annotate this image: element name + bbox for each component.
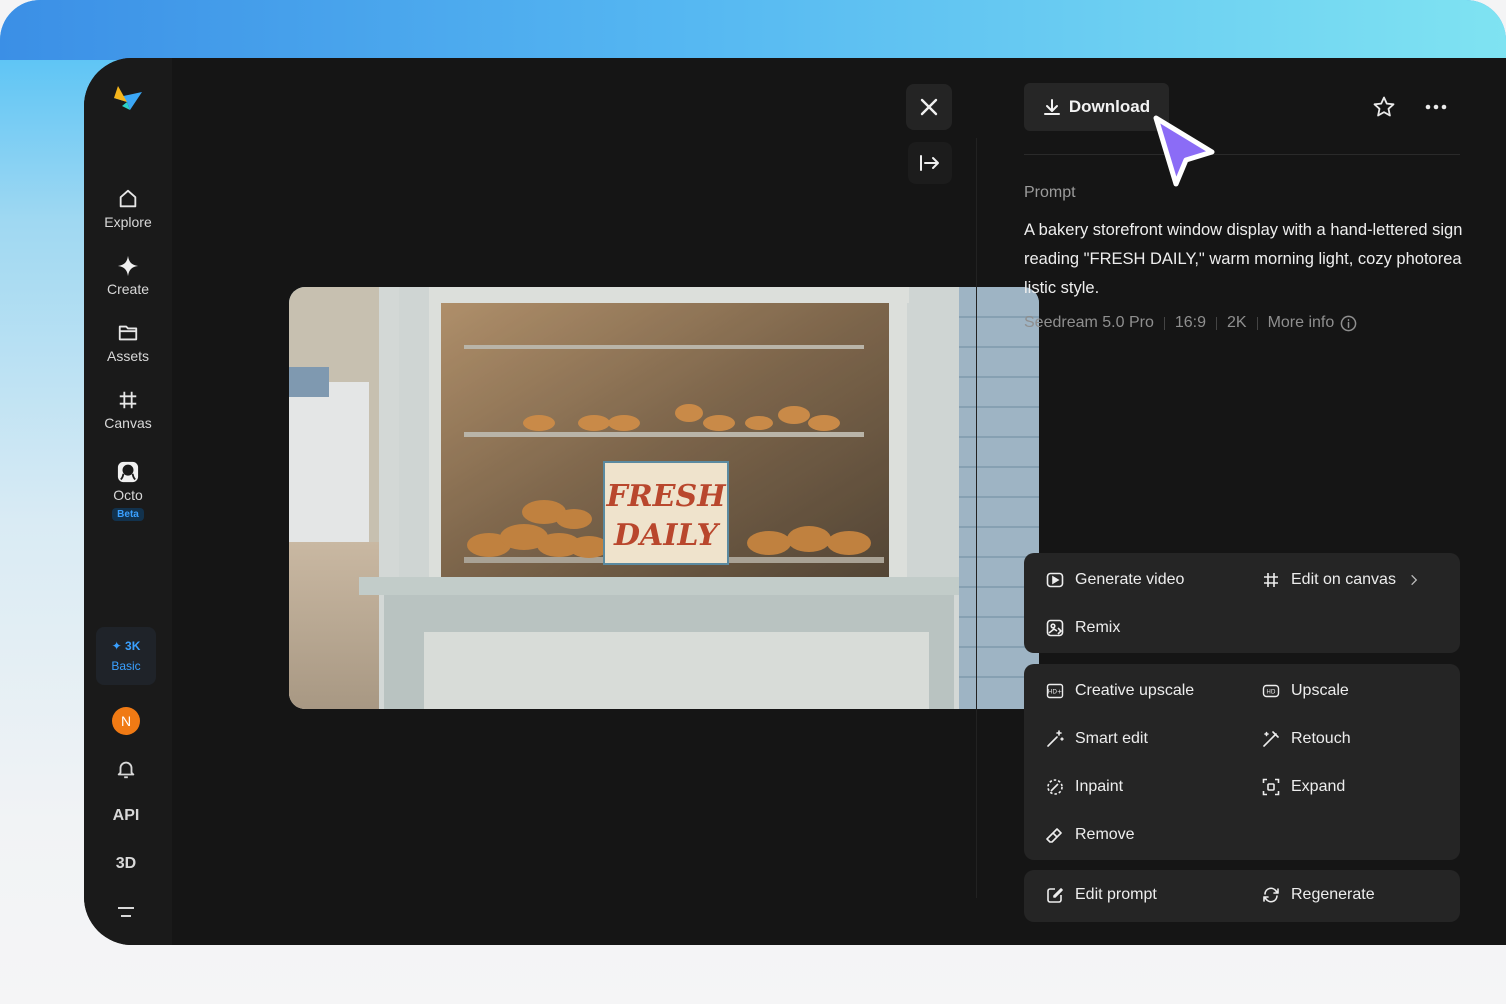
remove-button[interactable]: Remove: [1046, 826, 1135, 844]
edit-on-canvas-label: Edit on canvas: [1291, 571, 1396, 588]
mouse-cursor-icon: [1153, 115, 1215, 187]
menu-icon[interactable]: [114, 900, 138, 924]
sidebar-item-assets[interactable]: Assets: [84, 322, 172, 364]
retouch-button[interactable]: Retouch: [1262, 730, 1351, 748]
app-logo-icon[interactable]: [110, 82, 144, 116]
remix-label: Remix: [1075, 619, 1121, 636]
3d-link[interactable]: 3D: [84, 855, 168, 873]
primary-actions-card: Generate video Edit on canvas Remix: [1024, 553, 1460, 653]
generated-image[interactable]: FRESH DAILY: [289, 287, 1039, 709]
sidebar-item-label: Create: [106, 281, 150, 297]
magic-wand-icon: [1047, 730, 1064, 747]
edit-tools-card: HD+ Creative upscale HD Upscale Smart ed…: [1024, 664, 1460, 860]
video-play-icon: [1046, 572, 1064, 588]
canvas-icon: [1264, 573, 1278, 587]
generation-meta: Seedream 5.0 Pro 16:9 2K More info: [1024, 314, 1357, 332]
download-label: Download: [1068, 97, 1151, 116]
upscale-button[interactable]: HD Upscale: [1262, 682, 1349, 700]
creative-upscale-button[interactable]: HD+ Creative upscale: [1046, 682, 1194, 700]
expand-label: Expand: [1291, 778, 1346, 795]
generate-video-label: Generate video: [1075, 571, 1185, 588]
expand-icon: [1262, 778, 1280, 796]
notifications-bell-icon[interactable]: [114, 757, 138, 781]
meta-separator: [1216, 316, 1217, 330]
aspect-ratio: 16:9: [1174, 314, 1206, 331]
arrow-to-right-icon: [920, 155, 939, 171]
smart-edit-button[interactable]: Smart edit: [1046, 730, 1148, 748]
svg-text:HD+: HD+: [1048, 689, 1062, 696]
avatar[interactable]: N: [112, 707, 140, 735]
meta-separator: [1256, 316, 1258, 330]
prompt-actions-card: Edit prompt Regenerate: [1024, 870, 1460, 922]
sidebar-item-canvas[interactable]: Canvas: [84, 389, 172, 431]
sidebar-item-create[interactable]: Create: [84, 255, 172, 297]
more-info-label: More info: [1267, 314, 1335, 331]
app-window: Explore Create Assets Canvas Octo Beta ✦…: [84, 58, 1506, 945]
canvas-icon: [119, 391, 137, 409]
sidebar-item-label: Assets: [106, 348, 149, 364]
sidebar-item-octo[interactable]: Octo Beta: [84, 461, 172, 521]
sidebar-item-label: Canvas: [104, 415, 152, 431]
sign-text-line2: DAILY: [613, 518, 721, 553]
inpaint-button[interactable]: Inpaint: [1046, 778, 1123, 796]
eraser-icon: [1046, 828, 1062, 843]
edit-prompt-button[interactable]: Edit prompt: [1046, 886, 1157, 904]
sidebar-item-label: Explore: [104, 214, 152, 230]
header-divider: [1024, 154, 1460, 155]
plan-label: Basic: [111, 659, 141, 673]
inpaint-icon: [1047, 779, 1063, 795]
retouch-icon: [1263, 731, 1279, 747]
image-viewer: FRESH DAILY: [172, 58, 1039, 945]
details-panel: Download Prompt A bakery storefront wind…: [1024, 58, 1462, 945]
collapse-panel-button[interactable]: [908, 142, 952, 184]
panel-divider: [976, 138, 977, 898]
smart-edit-label: Smart edit: [1075, 730, 1148, 747]
home-icon: [119, 189, 137, 208]
credits-widget[interactable]: ✦ 3K Basic: [96, 627, 156, 685]
folder-icon: [118, 325, 138, 341]
regenerate-button[interactable]: Regenerate: [1262, 886, 1375, 904]
prompt-label: Prompt: [1024, 184, 1076, 201]
prompt-text: A bakery storefront window display with …: [1024, 221, 1463, 297]
regenerate-label: Regenerate: [1291, 886, 1375, 903]
upscale-label: Upscale: [1291, 682, 1349, 699]
retouch-label: Retouch: [1291, 730, 1351, 747]
sidebar: Explore Create Assets Canvas Octo Beta ✦…: [84, 58, 172, 945]
edit-on-canvas-button[interactable]: Edit on canvas: [1262, 571, 1421, 589]
svg-text:HD: HD: [1266, 689, 1276, 696]
resolution: 2K: [1227, 314, 1247, 331]
sparkle-icon: [117, 255, 139, 277]
sidebar-item-explore[interactable]: Explore: [84, 188, 172, 230]
hd-icon: HD: [1262, 684, 1280, 698]
sidebar-item-label: Octo: [113, 487, 143, 503]
refresh-icon: [1263, 887, 1279, 903]
beta-badge: Beta: [112, 508, 144, 521]
download-icon: [1043, 99, 1060, 115]
creative-upscale-label: Creative upscale: [1075, 682, 1195, 699]
edit-prompt-icon: [1047, 888, 1063, 903]
api-link[interactable]: API: [84, 807, 168, 825]
chevron-right-icon: [1411, 574, 1418, 586]
credits-amount: ✦ 3K: [111, 639, 141, 653]
creative-upscale-icon: HD+: [1046, 683, 1064, 699]
meta-separator: [1163, 316, 1165, 330]
more-info-link[interactable]: More info: [1268, 314, 1358, 332]
remove-label: Remove: [1075, 826, 1135, 843]
model-name: Seedream 5.0 Pro: [1024, 314, 1154, 331]
expand-button[interactable]: Expand: [1262, 778, 1345, 796]
edit-prompt-label: Edit prompt: [1075, 886, 1157, 903]
remix-button[interactable]: Remix: [1046, 619, 1120, 637]
generate-video-button[interactable]: Generate video: [1046, 571, 1184, 589]
remix-icon: [1046, 619, 1064, 637]
close-button[interactable]: [906, 84, 952, 130]
sign-text-line1: FRESH: [605, 479, 727, 514]
octo-icon: [117, 461, 139, 483]
more-options-icon[interactable]: [1424, 95, 1448, 119]
inpaint-label: Inpaint: [1075, 778, 1124, 795]
info-icon: [1340, 315, 1357, 331]
favorite-star-icon[interactable]: [1372, 95, 1396, 119]
close-icon: [920, 98, 938, 116]
